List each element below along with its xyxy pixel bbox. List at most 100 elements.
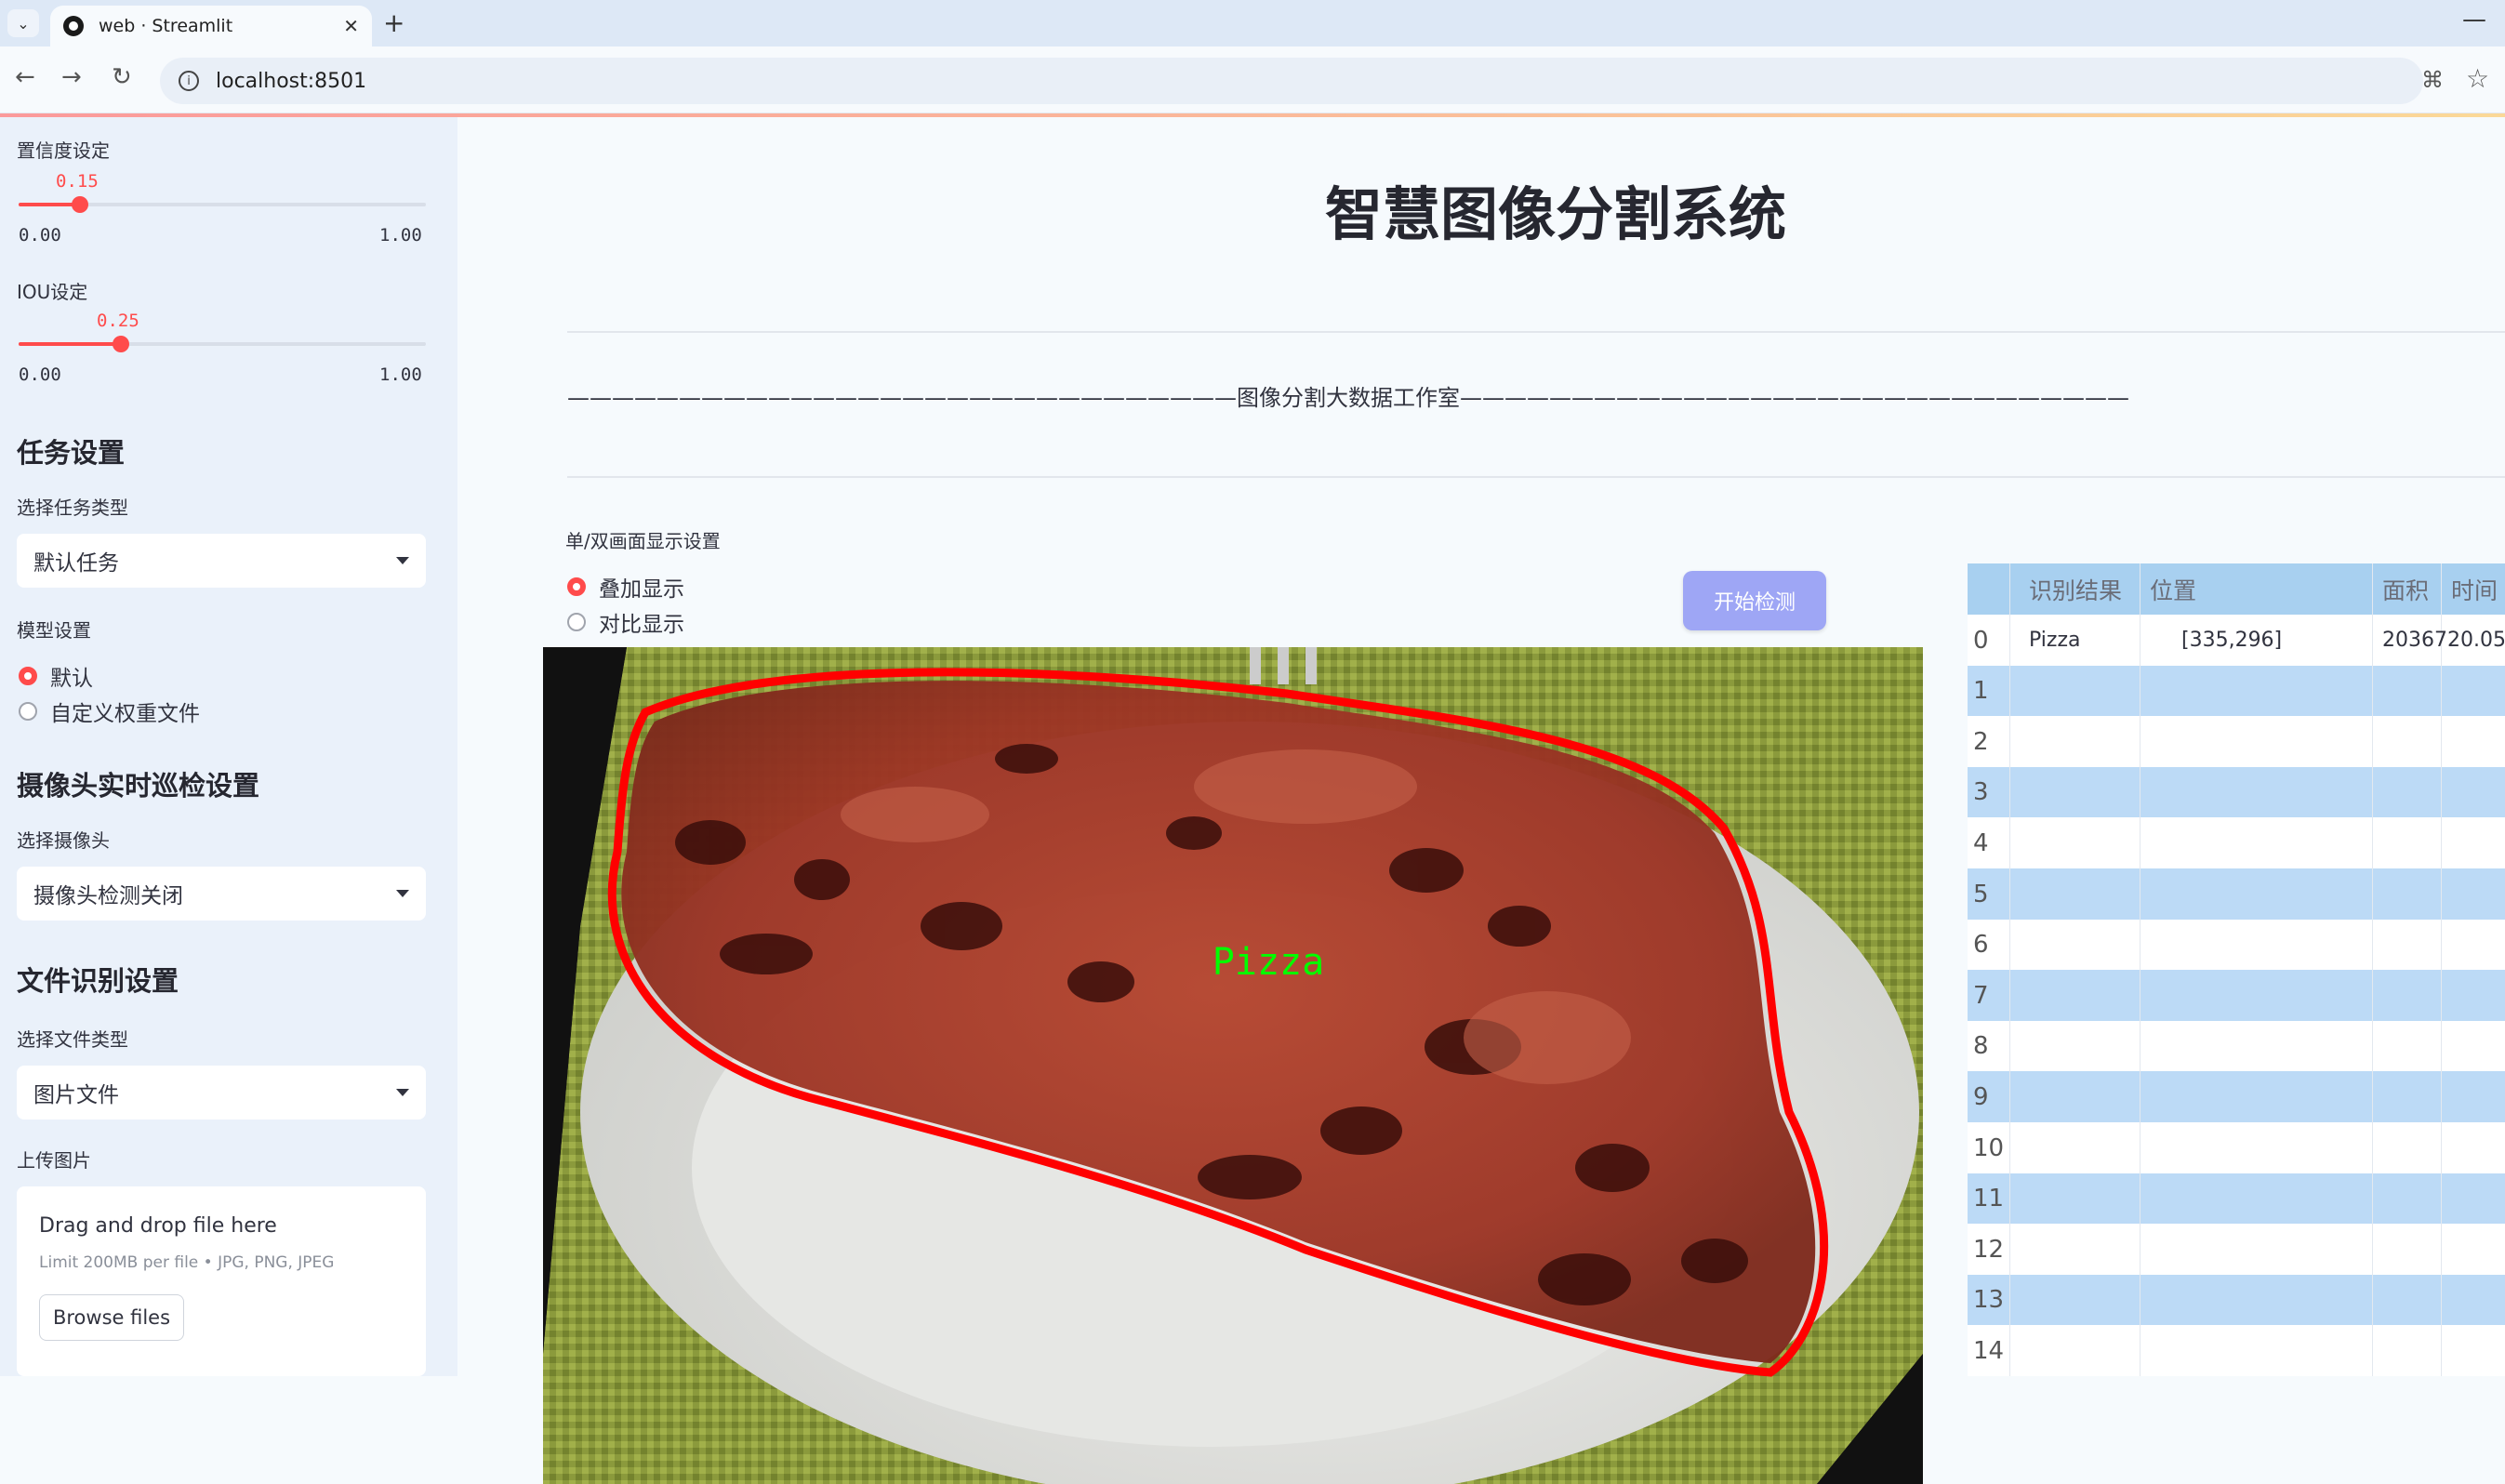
table-cell-result [2010, 1020, 2141, 1072]
browse-files-button[interactable]: Browse files [39, 1294, 184, 1341]
table-row[interactable]: 10 [1968, 1122, 2505, 1173]
radio-unchecked-icon[interactable] [567, 613, 586, 631]
tab-search-chevron-icon[interactable]: ⌄ [7, 9, 39, 37]
forward-arrow-icon[interactable]: → [61, 63, 82, 91]
table-cell-position [2141, 1325, 2373, 1377]
iou-slider[interactable] [19, 336, 426, 352]
table-cell-area [2373, 1173, 2442, 1225]
table-row[interactable]: 7 [1968, 970, 2505, 1022]
table-cell-time [2442, 767, 2505, 818]
iou-slider-fill [19, 342, 121, 346]
table-header-row: 识别结果 位置 面积 时间 [1968, 563, 2505, 615]
chevron-down-icon [396, 890, 409, 897]
table-cell-time [2442, 970, 2505, 1021]
close-icon[interactable]: ✕ [343, 15, 359, 37]
table-row[interactable]: 1 [1968, 665, 2505, 717]
table-cell-result [2010, 1325, 2141, 1377]
confidence-label: 置信度设定 [17, 139, 110, 162]
table-row-index: 0 [1968, 615, 2010, 666]
file-uploader-dropzone[interactable]: Drag and drop file here Limit 200MB per … [17, 1186, 426, 1376]
table-row[interactable]: 11 [1968, 1173, 2505, 1225]
table-row-index: 10 [1968, 1122, 2010, 1173]
bookmark-star-icon[interactable]: ☆ [2466, 63, 2489, 94]
table-row[interactable]: 9 [1968, 1071, 2505, 1123]
table-cell-position [2141, 1122, 2373, 1173]
table-row[interactable]: 6 [1968, 919, 2505, 971]
model-radio-custom[interactable]: 自定义权重文件 [19, 696, 200, 727]
camera-select[interactable]: 摄像头检测关闭 [17, 867, 426, 921]
iou-slider-thumb[interactable] [112, 336, 129, 352]
iou-label: IOU设定 [17, 281, 88, 303]
back-arrow-icon[interactable]: ← [15, 63, 35, 91]
file-type-select[interactable]: 图片文件 [17, 1066, 426, 1120]
task-type-value: 默认任务 [33, 551, 119, 576]
display-radio-overlay[interactable]: 叠加显示 [567, 571, 684, 603]
file-type-label: 选择文件类型 [17, 1028, 128, 1051]
browser-tab-bar: ⌄ web · Streamlit ✕ + — [0, 0, 2505, 46]
table-row[interactable]: 4 [1968, 817, 2505, 869]
table-cell-area [2373, 919, 2442, 971]
table-row-index: 11 [1968, 1173, 2010, 1225]
url-field[interactable]: i localhost:8501 [160, 58, 2423, 104]
table-row[interactable]: 8 [1968, 1020, 2505, 1072]
table-row[interactable]: 14 [1968, 1325, 2505, 1377]
dropzone-limit-text: Limit 200MB per file • JPG, PNG, JPEG [39, 1253, 335, 1272]
camera-select-value: 摄像头检测关闭 [33, 884, 183, 908]
confidence-max: 1.00 [379, 225, 422, 245]
table-row[interactable]: 2 [1968, 716, 2505, 768]
confidence-slider-fill [19, 203, 80, 206]
table-cell-area [2373, 1274, 2442, 1326]
minimize-icon[interactable]: — [2462, 6, 2486, 33]
translate-icon[interactable]: ⌘ [2421, 67, 2444, 93]
table-cell-area [2373, 1325, 2442, 1377]
table-header-time[interactable]: 时间 [2442, 563, 2505, 615]
table-header-result[interactable]: 识别结果 [2010, 563, 2141, 615]
table-row[interactable]: 3 [1968, 766, 2505, 818]
table-row-index: 4 [1968, 817, 2010, 869]
browser-tab[interactable]: web · Streamlit ✕ [50, 6, 372, 46]
radio-checked-icon[interactable] [19, 667, 37, 685]
table-cell-result [2010, 1224, 2141, 1276]
table-header-position[interactable]: 位置 [2141, 563, 2373, 615]
table-cell-area [2373, 1020, 2442, 1072]
table-cell-position [2141, 1020, 2373, 1072]
site-info-icon[interactable]: i [179, 71, 199, 91]
table-row[interactable]: 0 Pizza [335,296] 2036720.05 [1968, 615, 2505, 666]
table-row-index: 6 [1968, 919, 2010, 971]
table-cell-time [2442, 1325, 2505, 1376]
dropzone-title: Drag and drop file here [39, 1214, 277, 1238]
model-radio-default[interactable]: 默认 [19, 660, 93, 692]
table-cell-position [2141, 1173, 2373, 1225]
iou-min: 0.00 [19, 364, 61, 385]
reload-icon[interactable]: ↻ [112, 63, 132, 91]
start-detection-button[interactable]: 开始检测 [1683, 571, 1826, 630]
new-tab-plus-icon[interactable]: + [383, 7, 404, 38]
table-header-area[interactable]: 面积 [2373, 563, 2442, 615]
table-cell-area: 2036720.05 [2373, 615, 2505, 666]
table-cell-result [2010, 1274, 2141, 1326]
table-cell-result [2010, 716, 2141, 768]
detection-label: Pizza [1213, 941, 1324, 984]
radio-checked-icon[interactable] [567, 577, 586, 596]
camera-select-label: 选择摄像头 [17, 829, 110, 852]
confidence-slider[interactable] [19, 196, 426, 213]
table-row[interactable]: 5 [1968, 868, 2505, 920]
table-cell-time [2442, 666, 2505, 717]
model-option-custom: 自定义权重文件 [50, 702, 200, 726]
display-radio-compare[interactable]: 对比显示 [567, 606, 684, 638]
task-type-select[interactable]: 默认任务 [17, 534, 426, 588]
radio-unchecked-icon[interactable] [19, 702, 37, 721]
divider [567, 331, 2505, 333]
table-row[interactable]: 13 [1968, 1274, 2505, 1326]
table-row[interactable]: 12 [1968, 1224, 2505, 1276]
confidence-slider-thumb[interactable] [71, 196, 88, 213]
table-row-index: 2 [1968, 716, 2010, 768]
task-type-label: 选择任务类型 [17, 497, 128, 519]
task-settings-heading: 任务设置 [17, 437, 126, 469]
url-text: localhost:8501 [216, 69, 367, 93]
main-content: 智慧图像分割系统 ——————————————————————————————图… [457, 117, 2505, 1484]
table-cell-position [2141, 868, 2373, 920]
table-cell-time [2442, 868, 2505, 920]
chevron-down-icon [396, 1089, 409, 1096]
display-mode-label: 单/双画面显示设置 [565, 530, 721, 552]
